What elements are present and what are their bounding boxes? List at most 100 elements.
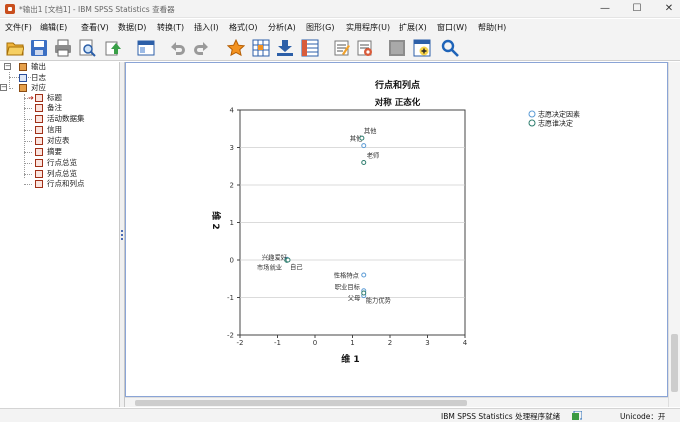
y-axis-label: 维 2: [210, 211, 222, 229]
recall-dialog-icon[interactable]: [137, 39, 155, 57]
menu-help[interactable]: 帮助(H): [478, 22, 506, 33]
output-content-pane: 行点和列点 对称 正态化 -2 -1 0 1 2 3 4 -2 -1 0 1 2 3 4 维 1维 2 其他兴…: [125, 62, 668, 397]
menu-bar: 文件(F) 编辑(E) 查看(V) 数据(D) 转换(T) 插入(I) 格式(O…: [0, 19, 680, 35]
tree-node[interactable]: 行点和列点: [24, 179, 119, 189]
splitter-grip-icon[interactable]: [121, 230, 123, 240]
processor-status: IBM SPSS Statistics 处理程序就绪: [441, 412, 561, 421]
tree-node[interactable]: 行点总览: [24, 158, 119, 168]
tree-node-label: 日志: [31, 73, 46, 82]
menu-utilities[interactable]: 实用程序(U): [346, 22, 390, 33]
print-icon[interactable]: [54, 39, 72, 57]
tree-node[interactable]: − 对应: [0, 83, 119, 93]
legend-label: 志愿决定因素: [538, 110, 580, 119]
menu-view[interactable]: 查看(V): [81, 22, 109, 33]
tree-node-label: 对应: [31, 83, 46, 92]
y-tick-label: 2: [230, 182, 234, 190]
designate-window-icon[interactable]: [388, 39, 406, 57]
point-label: 老师: [367, 151, 380, 160]
menu-window[interactable]: 窗口(W): [437, 22, 467, 33]
table-icon: [35, 180, 43, 188]
menu-extensions[interactable]: 扩展(X): [399, 22, 427, 33]
vertical-scroll-thumb[interactable]: [671, 334, 678, 392]
table-icon: [35, 126, 43, 134]
tree-node[interactable]: 信用: [24, 125, 119, 135]
spss-app-icon: [5, 4, 15, 14]
menu-graphs[interactable]: 图形(G): [306, 22, 334, 33]
tree-node[interactable]: 活动数据集: [24, 114, 119, 124]
menu-format[interactable]: 格式(O): [229, 22, 258, 33]
tree-node[interactable]: ➔ 标题: [24, 93, 119, 103]
log-icon: [19, 74, 27, 82]
toolbar: [0, 35, 680, 61]
point-label: 能力优势: [366, 296, 392, 305]
point-label: 父母: [348, 294, 361, 302]
maximize-button[interactable]: ☐: [621, 0, 653, 18]
go-to-case-icon[interactable]: [252, 39, 270, 57]
menu-analyze[interactable]: 分析(A): [268, 22, 296, 33]
data-point: [285, 257, 291, 263]
vertical-scrollbar[interactable]: [668, 62, 680, 407]
table-icon: [35, 115, 43, 123]
y-tick-label: -2: [227, 332, 234, 340]
table-icon: [35, 170, 43, 178]
x-tick-label: 4: [463, 339, 468, 347]
data-point: [359, 135, 365, 141]
tree-node-output[interactable]: − 输出: [4, 62, 119, 72]
go-to-data-icon[interactable]: [227, 39, 245, 57]
data-point: [361, 290, 367, 296]
tree-node[interactable]: 摘要: [24, 147, 119, 157]
insert-output-icon[interactable]: [276, 39, 294, 57]
x-tick-label: -2: [237, 339, 244, 347]
save-icon[interactable]: [30, 39, 48, 57]
close-button[interactable]: ✕: [653, 0, 680, 18]
tree-node[interactable]: 备注: [24, 103, 119, 113]
menu-data[interactable]: 数据(D): [118, 22, 146, 33]
legend-label: 志愿谁决定: [538, 119, 573, 128]
tree-node-label: 标题: [47, 93, 62, 102]
show-all-icon[interactable]: [333, 39, 351, 57]
horizontal-scroll-thumb[interactable]: [135, 400, 467, 406]
select-output-icon[interactable]: [413, 39, 431, 57]
point-label: 其他: [364, 126, 377, 135]
legend-marker: [528, 110, 536, 118]
export-icon[interactable]: [104, 39, 122, 57]
tree-node[interactable]: 列点总览: [24, 169, 119, 179]
status-bar: IBM SPSS Statistics 处理程序就绪 Unicode：开: [0, 408, 680, 422]
tree-node-label: 对应表: [47, 136, 70, 145]
point-label: 性格特点: [334, 271, 359, 280]
tree-node-label: 活动数据集: [47, 114, 85, 123]
x-tick-label: 3: [425, 339, 429, 347]
x-tick-label: 1: [350, 339, 354, 347]
hide-icon[interactable]: [356, 39, 374, 57]
horizontal-scrollbar[interactable]: [125, 397, 668, 407]
legend-marker: [528, 119, 536, 127]
y-tick-label: 1: [230, 219, 234, 227]
search-icon[interactable]: [441, 39, 459, 57]
undo-icon[interactable]: [168, 39, 186, 57]
collapse-icon[interactable]: −: [4, 63, 11, 70]
x-axis-label: 维 1: [341, 353, 359, 365]
redo-icon[interactable]: [193, 39, 211, 57]
minimize-button[interactable]: —: [589, 0, 621, 18]
variables-icon[interactable]: [301, 39, 319, 57]
table-icon: [35, 104, 43, 112]
y-tick-label: 4: [230, 107, 235, 115]
current-item-arrow-icon: ➔: [28, 94, 34, 102]
collapse-icon[interactable]: −: [0, 84, 7, 91]
tree-node[interactable]: 日志: [19, 73, 119, 83]
menu-transform[interactable]: 转换(T): [157, 22, 184, 33]
tree-node[interactable]: 对应表: [24, 136, 119, 146]
output-outline-pane: − 输出 日志 − 对应 ➔ 标题 备注 活动数据集信用 对应表摘要 行点总览 列点总览 行点和列点: [0, 62, 120, 407]
point-label: 自己: [290, 262, 303, 271]
tree-node-label: 列点总览: [47, 169, 77, 178]
processor-ready-icon: [572, 411, 582, 420]
menu-file[interactable]: 文件(F): [5, 22, 32, 33]
data-point: [361, 272, 367, 278]
scatter-chart: -2 -1 0 1 2 3 4 -2 -1 0 1 2 3 4 维 1 维 2 其他兴趣爱好性格特点职业目标能力…: [210, 107, 580, 366]
data-point: [361, 160, 367, 165]
point-label: 兴趣爱好: [262, 252, 288, 261]
open-folder-icon[interactable]: [6, 39, 24, 57]
print-preview-icon[interactable]: [78, 39, 96, 57]
menu-edit[interactable]: 编辑(E): [40, 22, 67, 33]
menu-insert[interactable]: 插入(I): [194, 22, 219, 33]
